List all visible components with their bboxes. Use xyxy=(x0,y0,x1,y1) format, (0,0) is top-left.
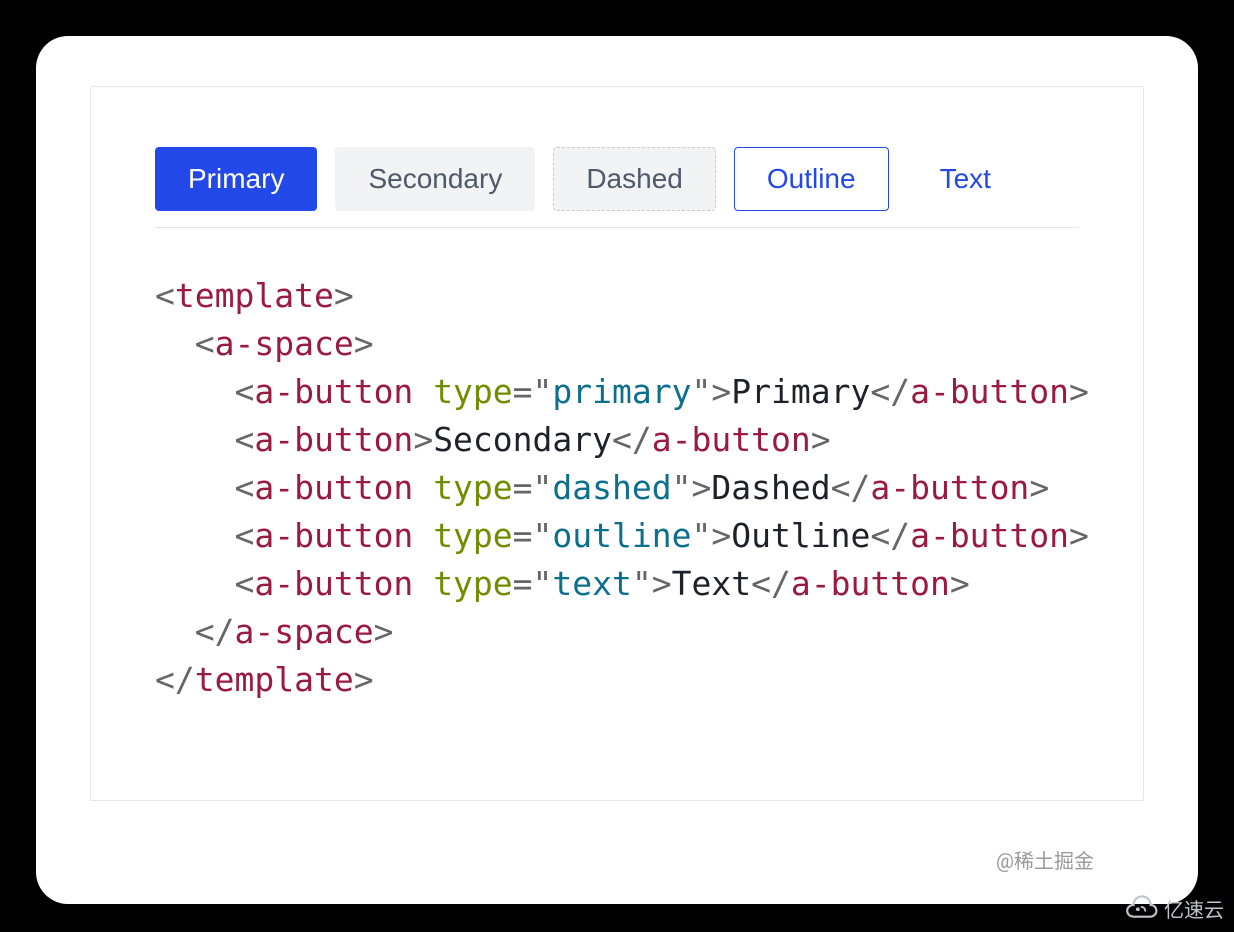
punct-gt: > xyxy=(354,324,374,363)
punct-q: " xyxy=(692,372,712,411)
tag-button-open: a-button xyxy=(254,516,413,555)
punct-lts: </ xyxy=(155,660,195,699)
punct-q: " xyxy=(632,564,652,603)
tag-button-open: a-button xyxy=(254,372,413,411)
punct-q: " xyxy=(672,468,692,507)
demo-panel: Primary Secondary Dashed Outline Text <t… xyxy=(90,86,1144,801)
tag-button-close: a-button xyxy=(791,564,950,603)
punct-gt: > xyxy=(334,276,354,315)
punct-lt: < xyxy=(234,468,254,507)
punct-eq: = xyxy=(513,468,533,507)
punct-lt: < xyxy=(234,564,254,603)
tag-template-close: template xyxy=(195,660,354,699)
button-row: Primary Secondary Dashed Outline Text xyxy=(155,147,1079,228)
txt-text: Text xyxy=(672,564,751,603)
tag-button-close: a-button xyxy=(910,372,1069,411)
punct-lts: </ xyxy=(870,516,910,555)
punct-q: " xyxy=(533,516,553,555)
punct-eq: = xyxy=(513,516,533,555)
attr-type: type xyxy=(433,564,512,603)
primary-button[interactable]: Primary xyxy=(155,147,317,211)
txt-primary: Primary xyxy=(731,372,870,411)
punct-gt: > xyxy=(711,372,731,411)
punct-gt: > xyxy=(413,420,433,459)
tag-template-open: template xyxy=(175,276,334,315)
tag-space-open: a-space xyxy=(215,324,354,363)
cloud-icon xyxy=(1124,893,1158,924)
punct-q: " xyxy=(692,516,712,555)
punct-q: " xyxy=(533,372,553,411)
tag-button-close: a-button xyxy=(910,516,1069,555)
punct-eq: = xyxy=(513,564,533,603)
brand-badge: 亿速云 xyxy=(1124,893,1224,924)
txt-dashed: Dashed xyxy=(711,468,830,507)
attr-type: type xyxy=(433,468,512,507)
txt-outline: Outline xyxy=(731,516,870,555)
punct-gt: > xyxy=(1029,468,1049,507)
txt-secondary: Secondary xyxy=(433,420,612,459)
punct-lts: </ xyxy=(831,468,871,507)
punct-lts: </ xyxy=(612,420,652,459)
punct-gt: > xyxy=(1069,372,1089,411)
punct-gt: > xyxy=(652,564,672,603)
attr-type: type xyxy=(433,372,512,411)
punct-lts: </ xyxy=(751,564,791,603)
punct-lt: < xyxy=(155,276,175,315)
tag-button-close: a-button xyxy=(870,468,1029,507)
tag-space-close: a-space xyxy=(235,612,374,651)
tag-button-open: a-button xyxy=(254,468,413,507)
punct-lts: </ xyxy=(870,372,910,411)
tag-button-open: a-button xyxy=(254,420,413,459)
brand-text: 亿速云 xyxy=(1164,894,1224,923)
attr-type: type xyxy=(433,516,512,555)
punct-gt: > xyxy=(374,612,394,651)
punct-gt: > xyxy=(692,468,712,507)
val-primary: primary xyxy=(552,372,691,411)
punct-lt: < xyxy=(234,372,254,411)
punct-gt: > xyxy=(354,660,374,699)
outline-button[interactable]: Outline xyxy=(734,147,889,211)
punct-gt: > xyxy=(811,420,831,459)
val-outline: outline xyxy=(552,516,691,555)
val-text: text xyxy=(552,564,631,603)
punct-lts: </ xyxy=(195,612,235,651)
punct-lt: < xyxy=(234,420,254,459)
punct-q: " xyxy=(533,564,553,603)
punct-q: " xyxy=(533,468,553,507)
val-dashed: dashed xyxy=(552,468,671,507)
punct-gt: > xyxy=(950,564,970,603)
punct-lt: < xyxy=(234,516,254,555)
punct-gt: > xyxy=(1069,516,1089,555)
text-button[interactable]: Text xyxy=(907,147,1024,211)
punct-lt: < xyxy=(195,324,215,363)
card-container: Primary Secondary Dashed Outline Text <t… xyxy=(36,36,1198,904)
dashed-button[interactable]: Dashed xyxy=(553,147,716,211)
punct-eq: = xyxy=(513,372,533,411)
watermark-text: @稀土掘金 xyxy=(996,845,1094,874)
code-block: <template> <a-space> <a-button type="pri… xyxy=(155,272,1079,704)
tag-button-close: a-button xyxy=(652,420,811,459)
tag-button-open: a-button xyxy=(254,564,413,603)
punct-gt: > xyxy=(711,516,731,555)
secondary-button[interactable]: Secondary xyxy=(335,147,535,211)
